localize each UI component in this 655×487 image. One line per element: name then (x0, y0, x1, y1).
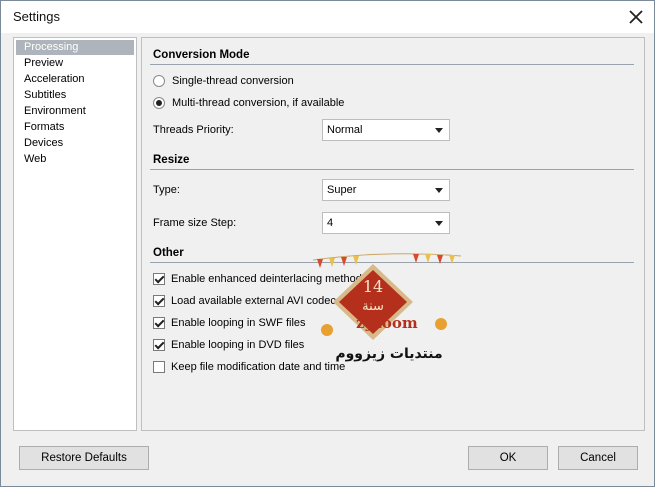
radio-button[interactable] (153, 97, 165, 109)
checkbox[interactable] (153, 295, 165, 307)
checkbox[interactable] (153, 339, 165, 351)
dvd-looping-checkbox[interactable]: Enable looping in DVD files (153, 337, 304, 353)
sidebar-item-preview[interactable]: Preview (16, 56, 134, 71)
frame-step-label: Frame size Step: (153, 217, 237, 229)
checkbox[interactable] (153, 317, 165, 329)
settings-dialog: Settings Processing Preview Acceleration… (0, 0, 655, 487)
sidebar-item-acceleration[interactable]: Acceleration (16, 72, 134, 87)
sidebar-item-processing[interactable]: Processing (16, 40, 134, 55)
frame-step-select[interactable]: 4 (322, 212, 450, 234)
cancel-button[interactable]: Cancel (558, 446, 638, 470)
select-value: Super (327, 184, 357, 196)
type-label: Type: (153, 184, 180, 196)
watermark-logo: 14 سنة zyzoom منتديات زيزووم (313, 253, 461, 362)
radio-label: Multi-thread conversion, if available (172, 97, 345, 109)
radio-button[interactable] (153, 75, 165, 87)
watermark-tagline: منتديات زيزووم (335, 346, 442, 362)
watermark-badge-number: 14 (363, 277, 383, 296)
sidebar-item-subtitles[interactable]: Subtitles (16, 88, 134, 103)
sidebar-item-formats[interactable]: Formats (16, 120, 134, 135)
watermark-badge-text: سنة (362, 299, 384, 314)
close-icon (629, 10, 643, 24)
watermark-brand: zyzoom (356, 314, 418, 332)
select-value: Normal (327, 124, 363, 136)
checkbox[interactable] (153, 361, 165, 373)
single-thread-radio[interactable]: Single-thread conversion (153, 73, 294, 89)
type-select[interactable]: Super (322, 179, 450, 201)
title-bar: Settings (1, 1, 654, 33)
multi-thread-radio[interactable]: Multi-thread conversion, if available (153, 95, 344, 111)
ok-button[interactable]: OK (468, 446, 548, 470)
close-button[interactable] (624, 5, 648, 29)
dropdown-arrow-icon (435, 221, 443, 226)
checkbox-label: Enable looping in DVD files (171, 339, 305, 351)
sidebar-item-web[interactable]: Web (16, 152, 134, 167)
threads-priority-select[interactable]: Normal (322, 119, 450, 141)
select-value: 4 (327, 217, 334, 229)
settings-sidebar: Processing Preview Acceleration Subtitle… (13, 37, 137, 431)
window-title: Settings (13, 9, 60, 24)
radio-label: Single-thread conversion (172, 75, 294, 87)
dropdown-arrow-icon (435, 188, 443, 193)
sidebar-item-devices[interactable]: Devices (16, 136, 134, 151)
threads-priority-label: Threads Priority: (153, 124, 234, 136)
dropdown-arrow-icon (435, 128, 443, 133)
section-divider (150, 64, 634, 65)
checkbox-label: Enable looping in SWF files (171, 317, 306, 329)
section-divider (150, 169, 634, 170)
section-title-other: Other (153, 247, 184, 259)
checkbox[interactable] (153, 273, 165, 285)
sidebar-item-environment[interactable]: Environment (16, 104, 134, 119)
swf-looping-checkbox[interactable]: Enable looping in SWF files (153, 315, 306, 331)
section-title-conversion-mode: Conversion Mode (153, 49, 250, 61)
restore-defaults-button[interactable]: Restore Defaults (19, 446, 149, 470)
section-title-resize: Resize (153, 154, 190, 166)
